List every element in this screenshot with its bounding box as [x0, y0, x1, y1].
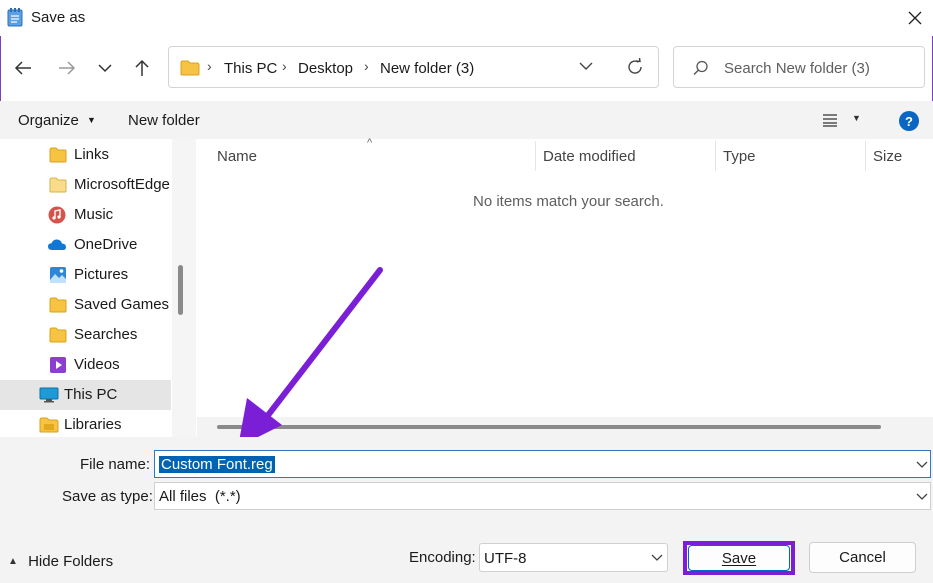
savetype-label: Save as type: — [62, 488, 153, 505]
filename-value: Custom Font.reg — [159, 456, 275, 473]
cancel-label: Cancel — [839, 549, 886, 566]
caret-up-icon: ▲ — [8, 556, 18, 567]
savetype-value: All files (*.*) — [159, 488, 241, 505]
hide-folders-button[interactable]: ▲ Hide Folders — [8, 553, 113, 570]
hide-folders-label: Hide Folders — [28, 553, 114, 570]
chevron-down-icon — [916, 493, 928, 500]
encoding-label: Encoding: — [409, 549, 476, 566]
save-button[interactable]: Save — [688, 545, 790, 571]
savetype-select[interactable]: All files (*.*) — [154, 482, 931, 510]
filename-input[interactable]: Custom Font.reg — [154, 450, 931, 478]
encoding-value: UTF-8 — [484, 550, 527, 567]
filename-label: File name: — [80, 456, 151, 473]
cancel-button[interactable]: Cancel — [809, 542, 916, 573]
encoding-select[interactable]: UTF-8 — [479, 543, 668, 572]
save-label: Save — [721, 549, 757, 567]
filename-selected-text: Custom Font.reg — [159, 456, 275, 473]
chevron-down-icon — [651, 554, 663, 561]
chevron-down-icon[interactable] — [916, 460, 928, 470]
